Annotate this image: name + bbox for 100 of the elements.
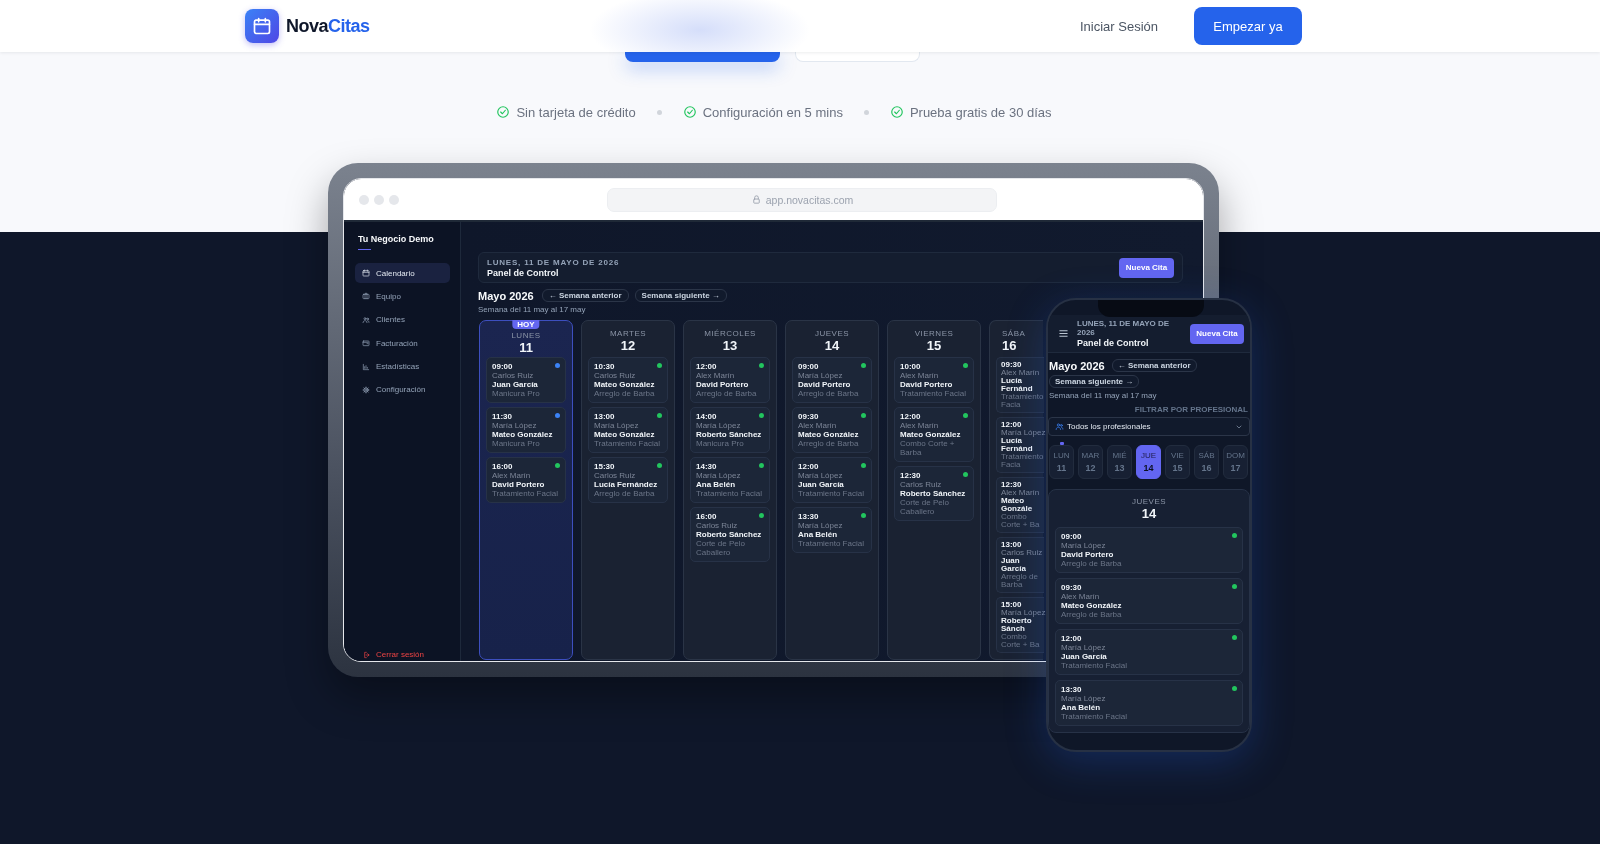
appointment-card[interactable]: 16:00 Alex Marín David Portero Tratamiento Facial: [486, 457, 566, 503]
sidebar-item[interactable]: Estadísticas: [355, 356, 450, 377]
appointment-card[interactable]: 12:00 María López Juan García Tratamiento Facial: [792, 457, 872, 503]
service-name: Tratamiento Facial: [1061, 712, 1127, 721]
day-number: 12: [1085, 463, 1096, 473]
weekday-label: JUE: [1140, 451, 1157, 460]
appointment-card[interactable]: 10:00 Alex Marín David Portero Tratamiento Facial: [894, 357, 974, 403]
appointment-card[interactable]: 12:00 Alex Marín Mateo González Combo Corte + Barba: [894, 407, 974, 462]
appointment-card[interactable]: 09:00 María López David Portero Arreglo de Barba: [792, 357, 872, 403]
appointment-card[interactable]: 09:30 Alex Marín Mateo González Arreglo de Barba: [792, 407, 872, 453]
client-name: Juan García: [1061, 652, 1107, 661]
appointment-card[interactable]: 14:30 María López Ana Belén Tratamiento Facial: [690, 457, 770, 503]
sidebar-item[interactable]: Equipo: [355, 286, 450, 307]
client-name: David Portero: [798, 380, 851, 389]
weekday-label: MIÉ: [1112, 451, 1127, 460]
day-number: 14: [824, 339, 840, 353]
primary-button[interactable]: [624, 52, 780, 62]
appointment-time: 10:30: [594, 362, 615, 371]
appointment-time: 09:30: [1061, 583, 1082, 592]
day-number: 11: [1056, 463, 1067, 473]
next-week-button[interactable]: Semana siguiente →: [1049, 375, 1140, 388]
users-icon: [1055, 422, 1064, 431]
day-tab[interactable]: DOM 17: [1223, 445, 1248, 479]
appointment-card[interactable]: 09:00 Carlos Ruiz Juan García Manicura Pro: [486, 357, 566, 403]
service-name: Arreglo de Barba: [798, 439, 859, 448]
appointment-card[interactable]: 11:30 María López Mateo González Manicura Pro: [486, 407, 566, 453]
service-name: Tratamiento Facial: [900, 389, 966, 398]
client-name: Lucía Fernánd: [1001, 377, 1034, 393]
appointment-time: 13:30: [1061, 685, 1082, 694]
business-name: Tu Negocio Demo: [358, 234, 435, 244]
client-name: Mateo González: [594, 380, 655, 389]
appointment-card[interactable]: 13:30 María López Ana Belén Tratamiento Facial: [1055, 680, 1243, 726]
staff-name: María López: [798, 471, 843, 480]
appointment-card[interactable]: 12:30 Alex Marín Mateo Gonzále Combo Corte + Ba: [996, 477, 1044, 533]
appointment-card[interactable]: 15:00 María López Roberto Sánch Combo Corte + Ba: [996, 597, 1044, 653]
appointment-card[interactable]: 12:00 Alex Marín David Portero Arreglo de Barba: [690, 357, 770, 403]
staff-name: Alex Marín: [900, 371, 939, 380]
previous-week-button[interactable]: ← Semana anterior: [541, 289, 629, 302]
appointment-card[interactable]: 09:00 María López David Portero Arreglo de Barba: [1055, 527, 1243, 573]
check-circle-icon: [889, 105, 904, 119]
service-name: Arreglo de Barba: [1061, 559, 1122, 568]
day-tab[interactable]: SÁB 16: [1194, 445, 1219, 479]
login-link[interactable]: Iniciar Sesión: [1079, 18, 1158, 34]
client-name: Ana Belén: [798, 530, 838, 539]
appointment-card[interactable]: 09:30 Alex Marín Lucía Fernánd Tratamiento Facia: [996, 357, 1044, 413]
calendar-icon: [252, 16, 272, 36]
staff-name: Carlos Ruiz: [492, 371, 534, 380]
cta-button[interactable]: Empezar ya: [1194, 7, 1302, 45]
appointment-card[interactable]: 12:00 María López Juan García Tratamiento Facial: [1055, 629, 1243, 675]
appointment-time: 12:00: [798, 462, 819, 471]
sidebar-item[interactable]: Calendario: [355, 263, 450, 283]
client-name: Juan García: [1001, 557, 1027, 573]
previous-week-button[interactable]: ← Semana anterior: [1111, 359, 1197, 372]
day-number: 14: [1143, 463, 1154, 473]
client-name: Mateo González: [594, 430, 655, 439]
day-tab[interactable]: MIÉ 13: [1107, 445, 1132, 479]
new-appointment-button[interactable]: Nueva Cita: [1190, 323, 1244, 344]
day-tab[interactable]: MAR 12: [1078, 445, 1103, 479]
page-title: Panel de Control: [1077, 338, 1150, 348]
weekday-label: MARTES: [609, 329, 647, 338]
client-name: David Portero: [492, 480, 545, 489]
appointment-card[interactable]: 13:00 Carlos Ruiz Juan García Arreglo de Barba: [996, 537, 1044, 593]
sidebar-item[interactable]: Configuración: [355, 379, 450, 400]
day-number: 12: [620, 339, 636, 353]
appointment-time: 13:00: [594, 412, 615, 421]
weekday-label: LUN: [1053, 451, 1070, 460]
logout-link[interactable]: Cerrar sesión: [355, 650, 450, 659]
appointment-card[interactable]: 12:00 María López Lucía Fernánd Tratamiento Facia: [996, 417, 1044, 473]
appointment-card[interactable]: 13:30 María López Ana Belén Tratamiento Facial: [792, 507, 872, 553]
service-name: Arreglo de Barba: [594, 489, 655, 498]
next-week-button[interactable]: Semana siguiente →: [634, 289, 727, 302]
appointment-card[interactable]: 09:30 Alex Marín Mateo González Arreglo de Barba: [1055, 578, 1243, 624]
appointment-time: 16:00: [492, 462, 513, 471]
staff-name: María López: [798, 521, 843, 530]
new-appointment-button[interactable]: Nueva Cita: [1119, 257, 1174, 278]
staff-name: Carlos Ruiz: [594, 471, 636, 480]
service-name: Tratamiento Facial: [798, 539, 864, 548]
professional-select[interactable]: Todos los profesionales: [1048, 417, 1250, 436]
appointment-card[interactable]: 14:00 María López Roberto Sánchez Manicura Pro: [690, 407, 770, 453]
service-name: Arreglo de Barba: [696, 389, 757, 398]
briefcase-icon: [362, 292, 370, 301]
weekday-label: VIERNES: [914, 329, 954, 338]
day-tab[interactable]: JUE 14: [1136, 445, 1161, 479]
appointment-card[interactable]: 13:00 María López Mateo González Tratamiento Facial: [588, 407, 668, 453]
service-name: Corte de Pelo Caballero: [900, 498, 950, 516]
day-tab[interactable]: LUN 11: [1049, 445, 1074, 479]
day-number: 15: [1172, 463, 1183, 473]
appointment-card[interactable]: 16:00 Carlos Ruiz Roberto Sánchez Corte de Pelo Caballero: [690, 507, 770, 562]
appointment-card[interactable]: 15:30 Carlos Ruiz Lucía Fernández Arreglo de Barba: [588, 457, 668, 503]
feature-text: Configuración en 5 mins: [702, 104, 843, 120]
sidebar-item[interactable]: Clientes: [355, 309, 450, 330]
appointment-card[interactable]: 12:30 Carlos Ruiz Roberto Sánchez Corte de Pelo Caballero: [894, 466, 974, 521]
today-badge: HOY: [512, 320, 540, 329]
day-tab[interactable]: VIE 15: [1165, 445, 1190, 479]
service-name: Tratamiento Facial: [492, 489, 558, 498]
sidebar-item[interactable]: Facturación: [355, 333, 450, 354]
day-number: 16: [1201, 463, 1212, 473]
appointment-card[interactable]: 10:30 Carlos Ruiz Mateo González Arreglo de Barba: [588, 357, 668, 403]
day-number: 13: [1114, 463, 1125, 473]
service-name: Tratamiento Facia: [1001, 393, 1044, 409]
